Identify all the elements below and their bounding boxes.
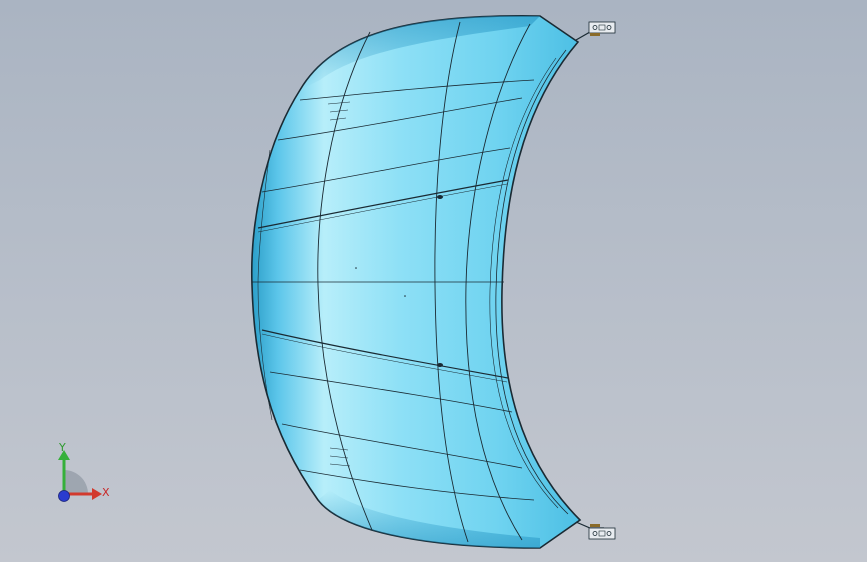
triad-arc — [64, 470, 88, 494]
triad-z-origin — [58, 490, 70, 502]
reference-triad: Y X — [48, 438, 118, 508]
triad-y-label: Y — [59, 441, 66, 454]
washer-hole-upper — [437, 195, 443, 199]
hinge-bottom[interactable] — [575, 521, 616, 540]
surface-dot-1 — [404, 295, 406, 297]
cad-viewport[interactable]: Y X — [0, 0, 867, 562]
washer-hole-lower — [437, 363, 443, 367]
surface-dot-2 — [355, 267, 357, 269]
triad-x-arrow — [92, 488, 102, 500]
hood-model[interactable] — [0, 0, 867, 562]
triad-x-label: X — [102, 486, 110, 499]
hinge-top[interactable] — [575, 21, 616, 41]
